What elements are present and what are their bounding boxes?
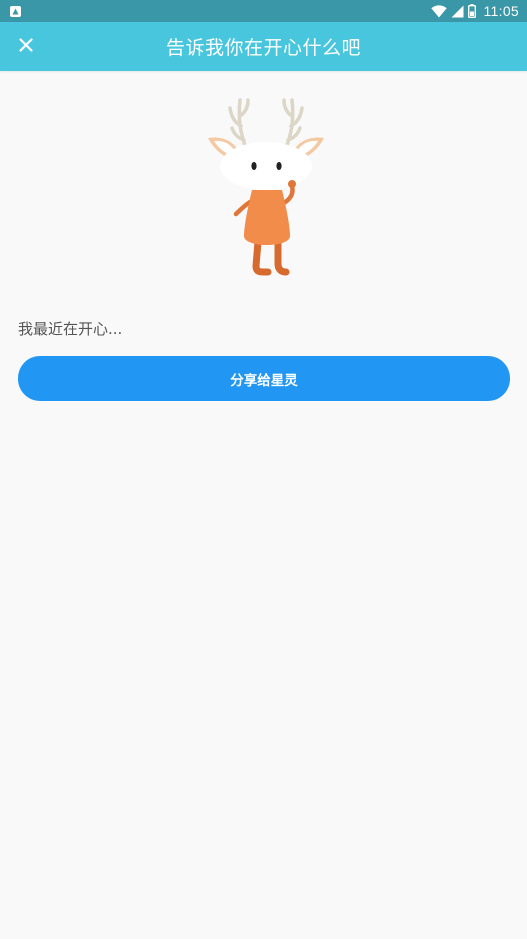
screen: 11:05 告诉我你在开心什么吧 我最近在开心... 分享给星灵: [0, 0, 527, 939]
status-left: [10, 5, 21, 17]
page-title: 告诉我你在开心什么吧: [165, 37, 361, 59]
app-notification-icon: [10, 5, 21, 17]
battery-icon: [467, 4, 476, 18]
status-right: 11:05: [430, 3, 520, 19]
prompt-text: 我最近在开心...: [18, 320, 123, 338]
share-button[interactable]: 分享给星灵: [18, 356, 510, 401]
status-time: 11:05: [483, 3, 519, 19]
wifi-icon: [430, 4, 447, 18]
close-button[interactable]: [6, 26, 46, 66]
close-icon: [19, 37, 33, 56]
app-bar: 告诉我你在开心什么吧: [0, 22, 527, 71]
status-bar: 11:05: [0, 0, 527, 22]
deer-mascot: [204, 96, 328, 278]
cell-signal-icon: [451, 5, 464, 18]
